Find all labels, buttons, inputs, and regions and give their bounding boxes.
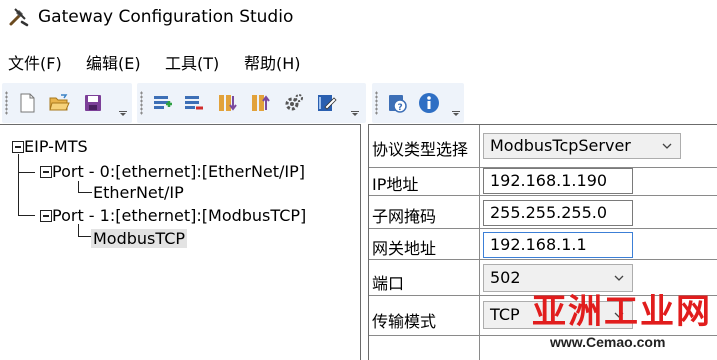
select-value: TCP [490, 305, 520, 324]
tree-node-label: Port - 0:[ethernet]:[EtherNet/IP] [52, 162, 306, 181]
select-value: 502 [490, 268, 521, 287]
toolbar-grip[interactable] [140, 91, 143, 115]
prop-row-protocol: 协议类型选择 ModbusTcpServer [369, 125, 717, 168]
field-value: 255.255.255.0 [490, 203, 608, 222]
menu-bar: 文件(F) 编辑(E) 工具(T) 帮助(H) [0, 46, 717, 76]
chevron-down-icon[interactable] [119, 111, 127, 117]
toolbar-group-file [2, 83, 132, 123]
prop-label: 端口 [372, 274, 405, 293]
help-icon[interactable]: ? [386, 92, 408, 114]
tree-node-root[interactable]: EIP-MTS [12, 136, 88, 158]
prop-label: 网关地址 [372, 239, 437, 258]
toolbar-group-help: ? [372, 83, 464, 123]
prop-label: 协议类型选择 [372, 140, 469, 159]
gateway-address-field[interactable]: 192.168.1.1 [483, 232, 633, 258]
watermark-url: www.Cemao.com [550, 334, 666, 350]
window-title: Gateway Configuration Studio [38, 7, 294, 27]
tree-node-label: EtherNet/IP [93, 183, 184, 202]
chevron-down-icon[interactable] [351, 111, 359, 117]
collapse-icon[interactable] [40, 166, 52, 178]
new-file-icon[interactable] [16, 92, 38, 114]
upload-config-icon[interactable] [249, 92, 271, 114]
prop-row-ip: IP地址 192.168.1.190 [369, 168, 717, 196]
collapse-icon[interactable] [40, 210, 52, 222]
field-value: 192.168.1.1 [490, 235, 587, 254]
menu-file[interactable]: 文件(F) [8, 50, 62, 74]
prop-label: 传输模式 [372, 312, 437, 331]
edit-notebook-icon[interactable] [315, 92, 337, 114]
download-config-icon[interactable] [216, 92, 238, 114]
watermark: 亚洲工业网 www.Cemao.com [532, 292, 712, 356]
tree-node-modbustcp[interactable]: ModbusTCP [91, 228, 188, 250]
tree-node-ethernetip[interactable]: EtherNet/IP [93, 182, 184, 204]
prop-label: IP地址 [372, 175, 419, 194]
protocol-select[interactable]: ModbusTcpServer [483, 133, 681, 159]
collapse-icon[interactable] [12, 141, 24, 153]
svg-text:?: ? [398, 103, 403, 113]
tree-connector [18, 172, 35, 173]
menu-tools[interactable]: 工具(T) [165, 50, 219, 74]
select-value: ModbusTcpServer [490, 136, 631, 155]
tree-node-label: ModbusTCP [91, 229, 188, 248]
tree-node-label: Port - 1:[ethernet]:[ModbusTCP] [52, 206, 307, 225]
toolbar-grip[interactable] [375, 91, 378, 115]
panel-splitter[interactable] [361, 124, 368, 360]
menu-help[interactable]: 帮助(H) [244, 50, 301, 74]
chevron-down-icon [614, 275, 624, 281]
device-tree: EIP-MTS Port - 0:[ethernet]:[EtherNet/IP… [0, 124, 361, 360]
tools-icon [8, 6, 30, 28]
prop-row-port: 端口 502 [369, 260, 717, 296]
watermark-logo: 亚洲工业网 [532, 292, 712, 332]
tree-connector [18, 215, 35, 216]
prop-row-mask: 子网掩码 255.255.255.0 [369, 196, 717, 229]
chevron-down-icon[interactable] [452, 111, 460, 117]
tree-node-port1[interactable]: Port - 1:[ethernet]:[ModbusTCP] [40, 205, 306, 227]
menu-edit[interactable]: 编辑(E) [86, 50, 141, 74]
settings-gear-icon[interactable] [283, 92, 305, 114]
add-port-icon[interactable] [151, 92, 173, 114]
save-icon[interactable] [82, 92, 104, 114]
info-icon[interactable] [418, 92, 440, 114]
tree-connector [78, 236, 92, 237]
tree-node-port0[interactable]: Port - 0:[ethernet]:[EtherNet/IP] [40, 161, 305, 183]
port-select[interactable]: 502 [483, 264, 633, 292]
tree-connector [18, 154, 19, 215]
toolbar: ? [0, 81, 717, 124]
tree-connector [78, 192, 92, 193]
ip-address-field[interactable]: 192.168.1.190 [483, 168, 633, 194]
open-folder-icon[interactable] [48, 92, 70, 114]
toolbar-grip[interactable] [5, 91, 8, 115]
subnet-mask-field[interactable]: 255.255.255.0 [483, 200, 633, 226]
toolbar-group-config [137, 83, 366, 123]
prop-label: 子网掩码 [372, 207, 437, 226]
tree-node-label: EIP-MTS [24, 137, 88, 156]
chevron-down-icon [662, 143, 672, 149]
prop-row-gateway: 网关地址 192.168.1.1 [369, 229, 717, 260]
title-bar: Gateway Configuration Studio [0, 0, 717, 36]
remove-port-icon[interactable] [182, 92, 204, 114]
field-value: 192.168.1.190 [490, 171, 608, 190]
